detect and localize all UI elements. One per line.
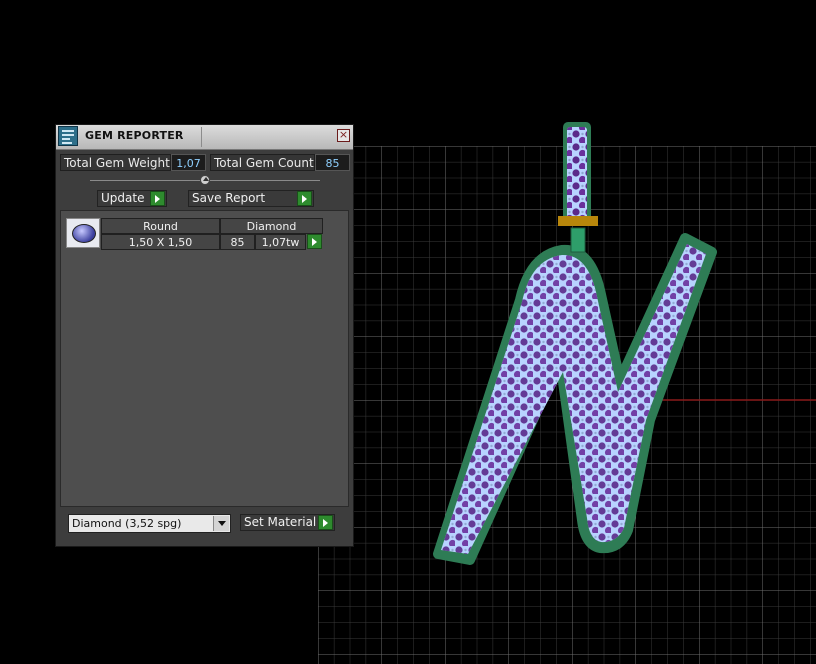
total-gem-count-value: 85 — [315, 154, 350, 171]
total-gem-weight-label: Total Gem Weight — [60, 154, 171, 171]
close-icon[interactable]: × — [337, 129, 350, 142]
chevron-down-icon[interactable] — [213, 516, 229, 531]
update-button-label: Update — [101, 191, 145, 205]
material-select-value: Diamond (3,52 spg) — [72, 517, 182, 530]
gem-list[interactable]: Round Diamond 1,50 X 1,50 85 1,07tw — [60, 210, 349, 507]
play-icon — [318, 515, 333, 530]
gem-thumbnail-icon — [66, 218, 100, 248]
title-bar[interactable]: GEM REPORTER × — [56, 125, 353, 150]
gem-count: 85 — [220, 234, 255, 250]
gem-shape: Round — [101, 218, 220, 234]
gem-reporter-panel: GEM REPORTER × Total Gem Weight 1,07 Tot… — [55, 124, 354, 547]
set-material-button-label: Set Material — [244, 515, 317, 529]
title-divider — [201, 127, 202, 147]
panel-splitter-handle[interactable] — [200, 175, 210, 185]
select-gem-button-icon[interactable] — [307, 234, 322, 249]
gem-weight: 1,07tw — [255, 234, 306, 250]
save-report-button[interactable]: Save Report — [188, 190, 314, 207]
bail-gems — [567, 127, 587, 221]
gem-material: Diamond — [220, 218, 323, 234]
gem-size: 1,50 X 1,50 — [101, 234, 220, 250]
play-icon — [297, 191, 312, 206]
gem-report-icon — [58, 126, 78, 146]
set-material-button[interactable]: Set Material — [240, 514, 335, 531]
total-gem-count-label: Total Gem Count — [210, 154, 315, 171]
update-button[interactable]: Update — [97, 190, 167, 207]
material-select[interactable]: Diamond (3,52 spg) — [68, 514, 231, 533]
bail-clasp — [558, 216, 598, 226]
bail-connector — [570, 227, 586, 253]
window-title: GEM REPORTER — [85, 129, 184, 142]
total-gem-weight-value: 1,07 — [171, 154, 206, 171]
play-icon — [150, 191, 165, 206]
save-report-button-label: Save Report — [192, 191, 266, 205]
